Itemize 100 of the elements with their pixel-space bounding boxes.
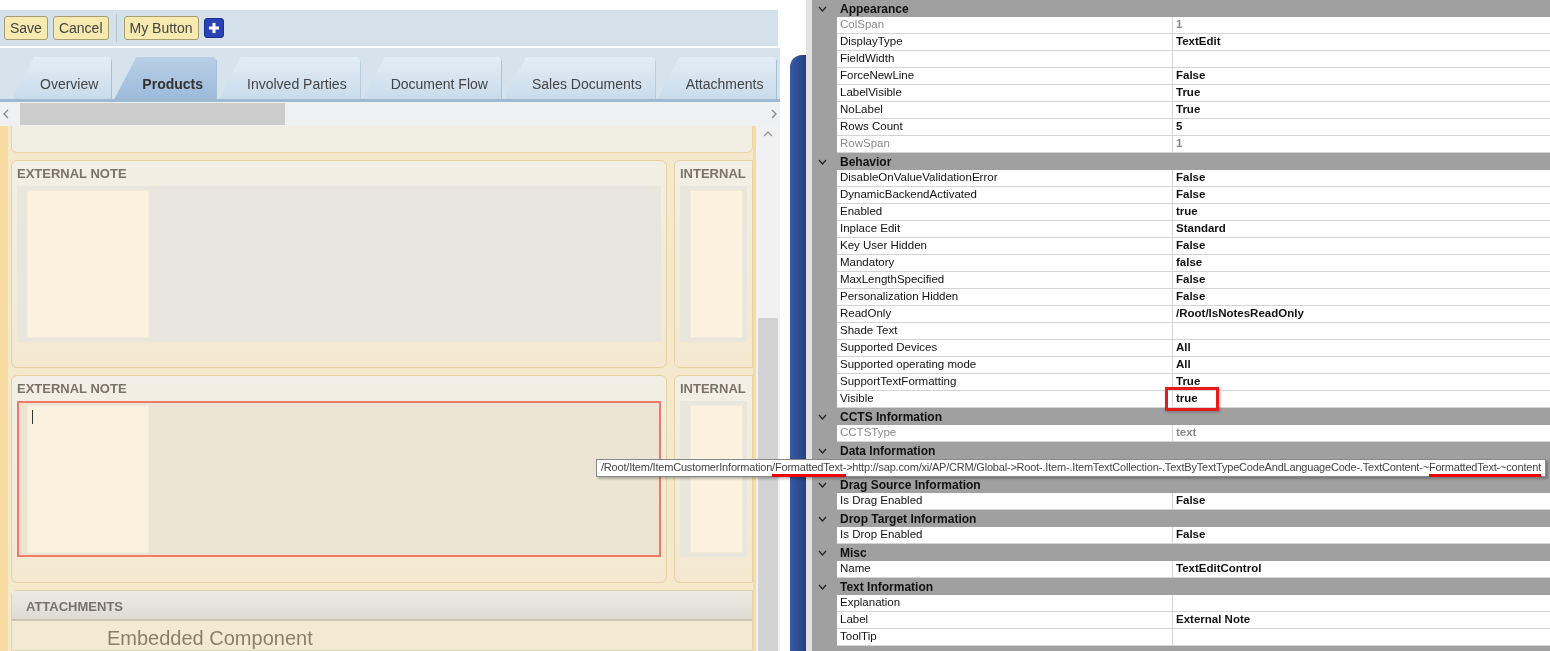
tab[interactable]: Products [114,57,218,99]
property-value-cell[interactable]: False [1173,170,1550,187]
tab[interactable]: Sales Documents [503,57,656,99]
property-name: Label [837,612,1173,629]
property-value-cell[interactable]: true [1173,204,1550,221]
embedded-component-text: Embedded Component [106,626,314,650]
chevron-down-icon[interactable] [818,447,827,454]
note-title: INTERNAL [680,381,747,397]
property-name: Supported operating mode [837,357,1173,374]
property-name: DisplayType [837,34,1173,51]
text-cursor [32,410,33,425]
property-value: True [1176,375,1201,389]
property-value-cell[interactable]: /Root/IsNotesReadOnly [1173,306,1550,323]
property-value-cell[interactable] [1173,629,1550,646]
property-value-cell[interactable]: False [1173,187,1550,204]
note-title: EXTERNAL NOTE [17,381,128,397]
property-name: Shade Text [837,323,1173,340]
property-value: TextEditControl [1176,562,1262,576]
property-name: SupportTextFormatting [837,374,1173,391]
property-value: All [1176,341,1191,355]
scroll-left-icon[interactable] [3,109,9,119]
property-value-cell[interactable] [1173,595,1550,612]
property-value-cell[interactable]: False [1173,493,1550,510]
property-name: Supported Devices [837,340,1173,357]
horizontal-scrollbar[interactable] [0,102,780,126]
tab[interactable]: Involved Parties [219,57,361,99]
property-value-cell[interactable]: All [1173,340,1550,357]
property-value: Standard [1176,222,1226,236]
property-name: CCTSType [837,425,1173,442]
property-value-cell[interactable]: False [1173,68,1550,85]
property-name: Enabled [837,204,1173,221]
property-value-cell[interactable]: Standard [1173,221,1550,238]
chevron-down-icon[interactable] [818,583,827,590]
property-value: 5 [1176,120,1183,134]
property-value: False [1176,239,1206,253]
scrollbar-thumb[interactable] [20,103,285,125]
property-value-cell[interactable]: False [1173,289,1550,306]
property-value-cell[interactable]: True [1173,102,1550,119]
property-value: True [1176,103,1201,117]
property-name: MaxLengthSpecified [837,272,1173,289]
chevron-down-icon[interactable] [818,481,827,488]
property-value-cell[interactable]: False [1173,527,1550,544]
scroll-right-icon[interactable] [771,109,777,119]
property-name: NoLabel [837,102,1173,119]
property-name: ColSpan [837,17,1173,34]
attachments-title: ATTACHMENTS [12,591,752,621]
property-value-cell[interactable] [1173,323,1550,340]
property-value: /Root/IsNotesReadOnly [1176,307,1304,321]
property-name: DynamicBackendActivated [837,187,1173,204]
property-name: Explanation [837,595,1173,612]
property-value: False [1176,528,1206,542]
property-name: Rows Count [837,119,1173,136]
toolbar-button[interactable]: Cancel [52,16,109,40]
property-value: 1 [1176,18,1183,32]
property-value-cell[interactable]: True [1173,374,1550,391]
property-name: RowSpan [837,136,1173,153]
property-value-cell[interactable]: true [1173,391,1550,408]
add-button[interactable] [203,18,224,38]
property-value-cell[interactable]: True [1173,85,1550,102]
property-name: Name [837,561,1173,578]
tab[interactable]: Overview [12,57,113,99]
property-value: text [1176,426,1197,440]
property-value-cell[interactable]: false [1173,255,1550,272]
property-name: Mandatory [837,255,1173,272]
property-value: true [1176,205,1198,219]
property-value-cell[interactable] [1173,51,1550,68]
property-value: false [1176,256,1203,270]
chevron-down-icon[interactable] [818,413,827,420]
toolbar-button[interactable]: Save [4,16,48,40]
chevron-down-icon[interactable] [818,158,827,165]
property-value: False [1176,290,1206,304]
property-name: Key User Hidden [837,238,1173,255]
property-value: False [1176,171,1206,185]
property-name: DisableOnValueValidationError [837,170,1173,187]
property-value: False [1176,273,1206,287]
property-name: Personalization Hidden [837,289,1173,306]
property-value-cell[interactable]: 5 [1173,119,1550,136]
property-value: External Note [1176,613,1251,627]
plus-icon [207,22,220,34]
property-value: False [1176,188,1206,202]
property-value-cell[interactable]: All [1173,357,1550,374]
property-name: ForceNewLine [837,68,1173,85]
chevron-down-icon[interactable] [818,5,827,12]
property-value-cell[interactable]: External Note [1173,612,1550,629]
chevron-down-icon[interactable] [818,515,827,522]
tab[interactable]: Document Flow [362,57,502,99]
property-value-cell[interactable]: TextEdit [1173,34,1550,51]
chevron-down-icon[interactable] [818,549,827,556]
property-value-cell[interactable]: False [1173,272,1550,289]
property-name: Visible [837,391,1173,408]
note-title: EXTERNAL NOTE [17,166,128,182]
scroll-up-icon[interactable] [763,130,773,137]
property-value-cell[interactable]: False [1173,238,1550,255]
tab[interactable]: Attachments [657,57,778,99]
property-name: Is Drag Enabled [837,493,1173,510]
property-value: False [1176,494,1206,508]
note-title: INTERNAL [680,166,747,182]
property-value-cell[interactable]: TextEditControl [1173,561,1550,578]
toolbar-button[interactable]: My Button [123,16,199,40]
property-name: Inplace Edit [837,221,1173,238]
